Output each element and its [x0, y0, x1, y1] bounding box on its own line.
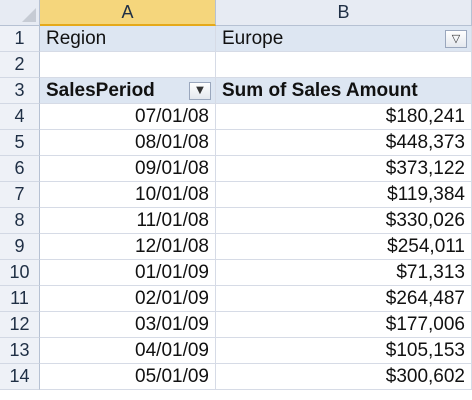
sales-amount-cell[interactable]: $330,026	[216, 208, 472, 234]
sales-period-cell[interactable]: 03/01/09	[40, 312, 216, 338]
row-header[interactable]: 10	[0, 260, 40, 286]
sales-period-cell[interactable]: 11/01/08	[40, 208, 216, 234]
column-header-a[interactable]: A	[40, 0, 216, 26]
filter-label-cell[interactable]: Region	[40, 26, 216, 52]
sales-period-cell[interactable]: 01/01/09	[40, 260, 216, 286]
value-field-header-cell[interactable]: Sum of Sales Amount	[216, 78, 472, 104]
sales-amount-cell[interactable]: $105,153	[216, 338, 472, 364]
select-all-corner[interactable]	[0, 0, 40, 26]
column-header-b[interactable]: B	[216, 0, 472, 26]
row-header[interactable]: 5	[0, 130, 40, 156]
sales-amount-cell[interactable]: $373,122	[216, 156, 472, 182]
sales-amount-cell[interactable]: $300,602	[216, 364, 472, 390]
row-header[interactable]: 14	[0, 364, 40, 390]
sales-period-cell[interactable]: 07/01/08	[40, 104, 216, 130]
row-field-label: SalesPeriod	[46, 79, 155, 101]
row-header[interactable]: 3	[0, 78, 40, 104]
select-all-icon	[22, 8, 36, 22]
sales-amount-cell[interactable]: $177,006	[216, 312, 472, 338]
row-field-header-cell[interactable]: SalesPeriod ▼	[40, 78, 216, 104]
sales-period-cell[interactable]: 09/01/08	[40, 156, 216, 182]
sales-amount-cell[interactable]: $71,313	[216, 260, 472, 286]
sales-period-cell[interactable]: 02/01/09	[40, 286, 216, 312]
sales-amount-cell[interactable]: $180,241	[216, 104, 472, 130]
row-header[interactable]: 4	[0, 104, 40, 130]
row-header[interactable]: 2	[0, 52, 40, 78]
row-header[interactable]: 12	[0, 312, 40, 338]
sales-amount-cell[interactable]: $264,487	[216, 286, 472, 312]
sales-amount-cell[interactable]: $448,373	[216, 130, 472, 156]
dropdown-arrow-icon[interactable]: ▼	[189, 81, 211, 100]
sales-period-cell[interactable]: 10/01/08	[40, 182, 216, 208]
row-header[interactable]: 1	[0, 26, 40, 52]
row-header[interactable]: 7	[0, 182, 40, 208]
sales-period-cell[interactable]: 05/01/09	[40, 364, 216, 390]
row-header[interactable]: 11	[0, 286, 40, 312]
empty-cell[interactable]	[40, 52, 216, 78]
row-header[interactable]: 9	[0, 234, 40, 260]
sales-period-cell[interactable]: 12/01/08	[40, 234, 216, 260]
filter-value: Europe	[222, 27, 284, 49]
row-header[interactable]: 8	[0, 208, 40, 234]
row-header[interactable]: 13	[0, 338, 40, 364]
sales-period-cell[interactable]: 04/01/09	[40, 338, 216, 364]
filter-value-cell[interactable]: Europe ▽	[216, 26, 472, 52]
sales-amount-cell[interactable]: $119,384	[216, 182, 472, 208]
row-header[interactable]: 6	[0, 156, 40, 182]
cell-grid: A B 1 Region Europe ▽ 2 3 SalesPeriod ▼ …	[0, 0, 472, 390]
spreadsheet: A B 1 Region Europe ▽ 2 3 SalesPeriod ▼ …	[0, 0, 472, 400]
value-field-label: Sum of Sales Amount	[222, 79, 418, 101]
sales-amount-cell[interactable]: $254,011	[216, 234, 472, 260]
filter-icon[interactable]: ▽	[445, 29, 467, 48]
empty-cell[interactable]	[216, 52, 472, 78]
filter-label: Region	[46, 27, 107, 49]
sales-period-cell[interactable]: 08/01/08	[40, 130, 216, 156]
